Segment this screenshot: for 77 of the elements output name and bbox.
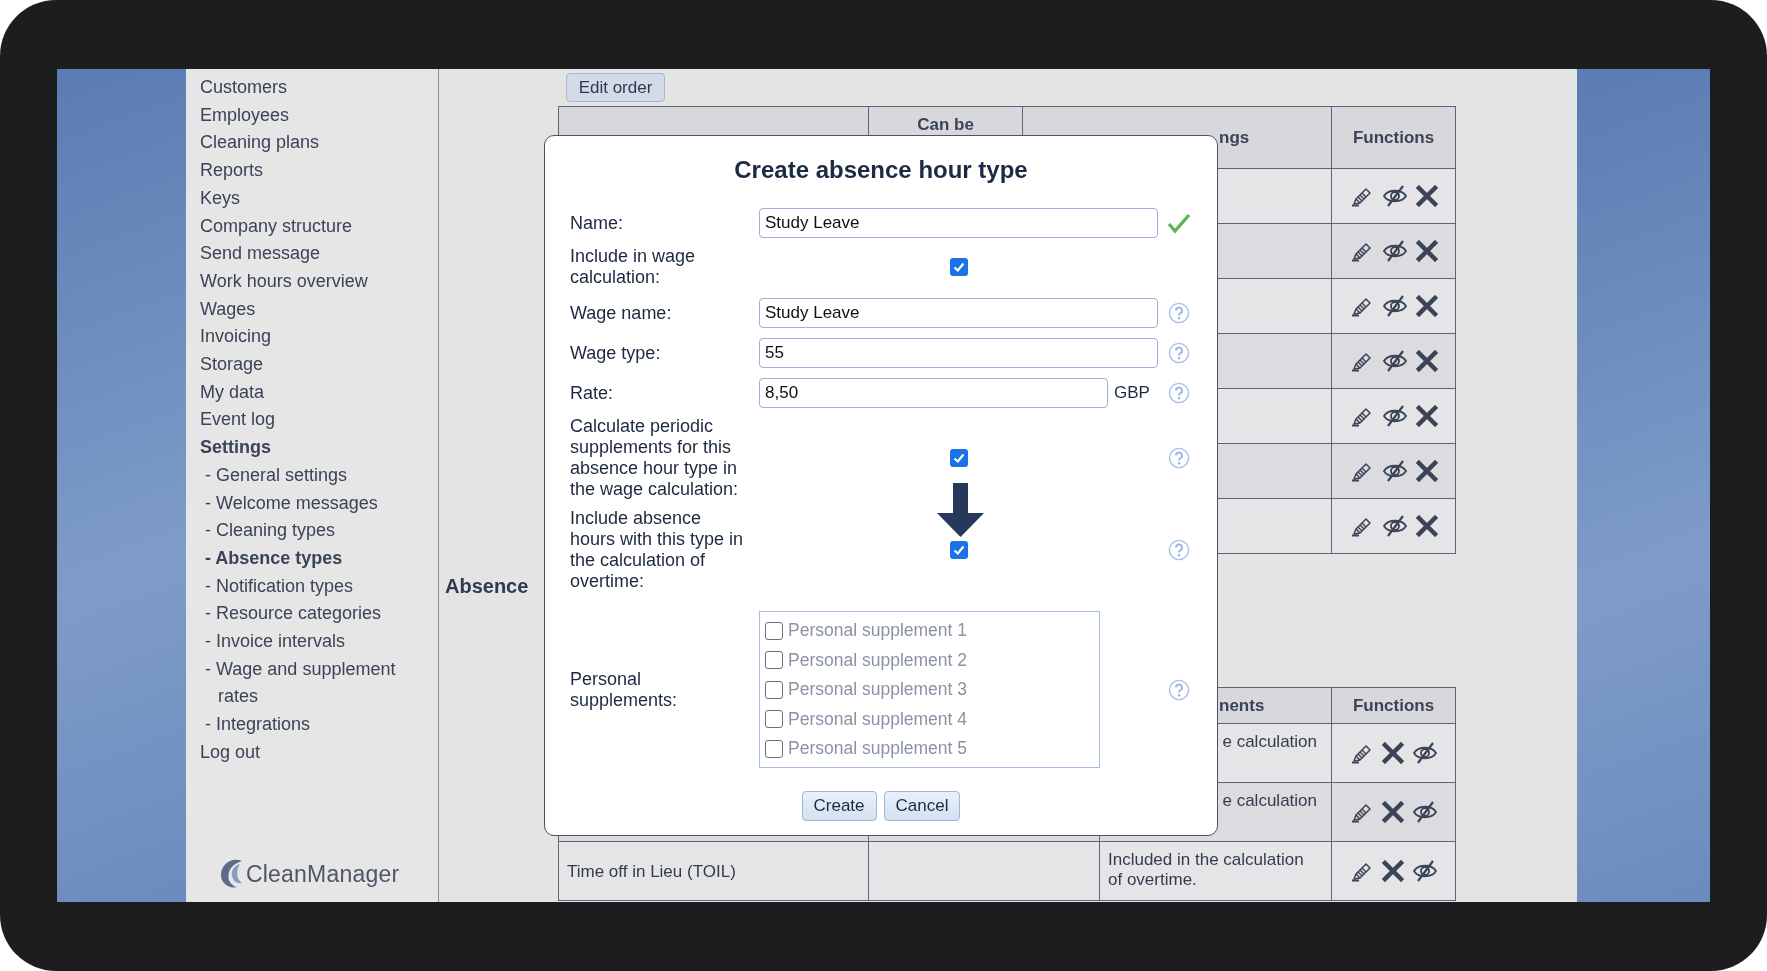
sidebar-item[interactable]: - Invoice intervals bbox=[200, 628, 346, 656]
sidebar-item[interactable]: Keys bbox=[200, 184, 241, 213]
sidebar-item[interactable]: Work hours overview bbox=[200, 267, 368, 296]
sidebar-item[interactable]: - Notification types bbox=[200, 572, 354, 601]
text-field[interactable]: Study Leave bbox=[759, 208, 1158, 238]
sidebar-item[interactable]: Reports bbox=[200, 157, 264, 185]
sidebar-item[interactable]: - General settings bbox=[200, 461, 348, 490]
eye-slash-icon[interactable] bbox=[1381, 349, 1408, 373]
sidebar-item[interactable]: My data bbox=[200, 378, 265, 407]
delete-icon[interactable] bbox=[1415, 185, 1438, 207]
edit-order-button[interactable]: Edit order bbox=[566, 73, 665, 102]
field-label: Include absence hours with this type in the calculation of overtime: bbox=[570, 508, 745, 592]
sidebar-item[interactable]: Storage bbox=[200, 351, 264, 379]
text-field[interactable]: 55 bbox=[759, 338, 1158, 368]
table-cell: Time off in Lieu (TOIL) bbox=[567, 862, 736, 881]
sidebar-item[interactable]: - Integrations bbox=[200, 711, 313, 739]
column-header: nents bbox=[1219, 695, 1265, 715]
sidebar-item[interactable]: Invoicing bbox=[200, 323, 272, 352]
sidebar-item[interactable]: Cleaning plans bbox=[200, 129, 320, 158]
dialog-title: Create absence hour type bbox=[733, 155, 1029, 185]
delete-icon[interactable] bbox=[1415, 460, 1438, 482]
sidebar-item[interactable]: Event log bbox=[200, 406, 276, 435]
logo-text: CleanManager bbox=[246, 860, 400, 888]
sidebar-item[interactable]: Settings bbox=[200, 434, 271, 462]
checkbox[interactable] bbox=[949, 258, 968, 276]
sidebar-item[interactable]: Send message bbox=[200, 240, 321, 268]
dialog-button[interactable]: Create bbox=[801, 791, 877, 821]
sidebar-item[interactable]: Customers bbox=[200, 74, 288, 102]
field-label: Calculate periodic supplements for this absence hour type in the wage calculation: bbox=[570, 416, 740, 500]
eye-slash-icon[interactable] bbox=[1381, 294, 1408, 318]
eye-slash-icon[interactable] bbox=[1411, 800, 1438, 824]
delete-icon[interactable] bbox=[1415, 405, 1438, 427]
eye-slash-icon[interactable] bbox=[1411, 741, 1438, 765]
sidebar-item[interactable]: Employees bbox=[200, 101, 290, 130]
column-header: Functions bbox=[1352, 695, 1435, 715]
swirl-logo-icon bbox=[218, 858, 244, 890]
delete-icon[interactable] bbox=[1415, 240, 1438, 262]
field-label: Name: bbox=[570, 212, 624, 234]
checkbox[interactable] bbox=[949, 541, 968, 559]
delete-icon[interactable] bbox=[1381, 860, 1404, 882]
text-field[interactable]: Study Leave bbox=[759, 298, 1158, 328]
table-cell: e calculation bbox=[1222, 732, 1317, 752]
checkbox[interactable] bbox=[949, 449, 968, 467]
sidebar-item[interactable]: Log out bbox=[200, 738, 261, 767]
sidebar-item[interactable]: Wages bbox=[200, 295, 256, 324]
delete-icon[interactable] bbox=[1415, 515, 1438, 537]
eye-slash-icon[interactable] bbox=[1381, 404, 1408, 428]
eye-slash-icon[interactable] bbox=[1381, 514, 1408, 538]
delete-icon[interactable] bbox=[1381, 742, 1404, 764]
column-header: ngs bbox=[1219, 127, 1250, 147]
eye-slash-icon[interactable] bbox=[1381, 459, 1408, 483]
field-label: Rate: bbox=[570, 382, 615, 404]
sidebar-item[interactable]: - Resource categories bbox=[200, 600, 382, 629]
sidebar-item[interactable]: - Wage and supplement rates bbox=[200, 655, 424, 712]
delete-icon[interactable] bbox=[1381, 801, 1404, 823]
delete-icon[interactable] bbox=[1415, 350, 1438, 372]
column-header: Functions bbox=[1352, 127, 1435, 147]
section-heading: Absence bbox=[445, 574, 529, 598]
table-cell-text: Included in the calculation of overtime. bbox=[1108, 850, 1305, 890]
eye-slash-icon[interactable] bbox=[1381, 239, 1408, 263]
unit-label: GBP bbox=[1114, 383, 1150, 403]
sidebar-item[interactable]: - Cleaning types bbox=[200, 517, 336, 545]
delete-icon[interactable] bbox=[1415, 295, 1438, 317]
column-header: Can be bbox=[917, 115, 974, 134]
field-label: Personal supplements: bbox=[570, 668, 679, 711]
field-label: Include in wage calculation: bbox=[570, 246, 697, 288]
text-field[interactable]: 8,50 bbox=[759, 378, 1108, 408]
field-label: Wage type: bbox=[570, 342, 662, 364]
dialog-button[interactable]: Cancel bbox=[883, 791, 961, 821]
down-arrow-icon bbox=[936, 483, 985, 537]
sidebar-item[interactable]: Company structure bbox=[200, 212, 353, 241]
eye-slash-icon[interactable] bbox=[1411, 859, 1438, 883]
eye-slash-icon[interactable] bbox=[1381, 184, 1408, 208]
field-label: Wage name: bbox=[570, 302, 673, 324]
sidebar-item[interactable]: - Absence types bbox=[200, 544, 343, 573]
table-cell: e calculation bbox=[1222, 791, 1317, 811]
sidebar-item[interactable]: - Welcome messages bbox=[200, 489, 378, 518]
